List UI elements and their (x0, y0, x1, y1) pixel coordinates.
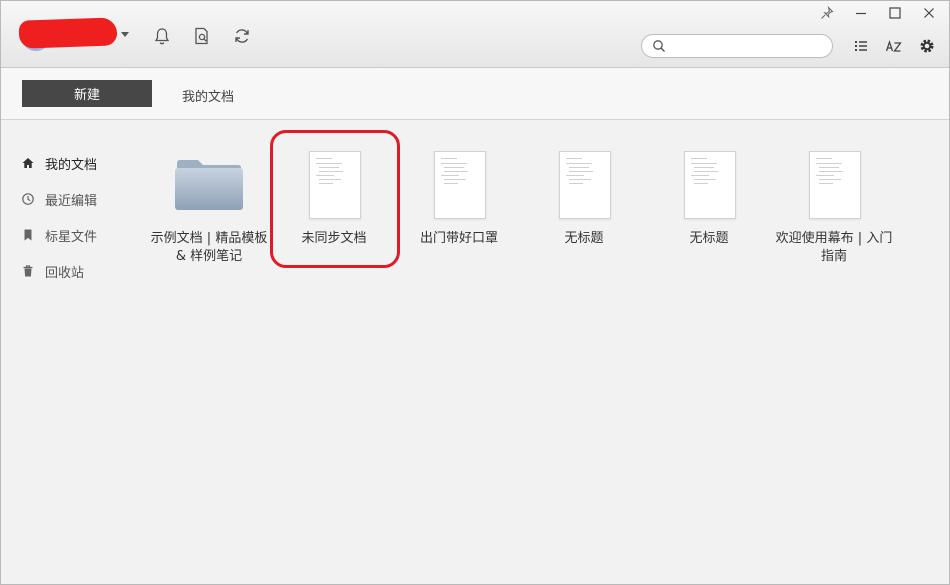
doc-search-icon[interactable] (191, 25, 213, 47)
bookmark-icon (24, 229, 32, 241)
list-view-icon[interactable] (850, 35, 872, 57)
document-icon (559, 151, 611, 219)
file-label: 示例文档 | 精品模板 & 样例笔记 (150, 231, 268, 264)
file-label: 出门带好口罩 (419, 231, 498, 246)
close-icon[interactable] (918, 5, 940, 21)
file-label: 无标题 (689, 231, 729, 246)
sidebar-item-label: 我的文档 (45, 157, 98, 173)
sidebar-item-trash[interactable]: 回收站 (21, 261, 84, 281)
trash-icon (23, 265, 33, 277)
sidebar-item-label: 回收站 (45, 265, 85, 281)
document-icon (434, 151, 486, 219)
file-label: 欢迎使用幕布 | 入门指南 (775, 231, 893, 264)
minimize-icon[interactable] (850, 5, 872, 21)
sidebar-item-my-docs[interactable]: 我的文档 (21, 153, 97, 173)
sync-icon[interactable] (231, 25, 253, 47)
avatar[interactable] (18, 17, 119, 51)
redaction-mark (18, 17, 118, 49)
file-label: 无标题 (564, 231, 604, 246)
pin-icon[interactable] (816, 5, 838, 21)
app-window: 新建 我的文档 我的文档 最近编辑 标星文件 回收站 示例文档 | 精品模板 &… (0, 0, 950, 585)
sidebar-item-label: 标星文件 (45, 229, 98, 245)
maximize-icon[interactable] (884, 5, 906, 21)
file-label: 未同步文档 (301, 231, 367, 246)
new-button[interactable]: 新建 (22, 80, 152, 107)
sort-az-icon[interactable] (883, 35, 905, 57)
search-box[interactable] (641, 34, 833, 58)
clock-icon (22, 193, 34, 205)
avatar-dropdown-icon[interactable] (121, 32, 129, 37)
search-icon (653, 40, 665, 52)
document-icon (809, 151, 861, 219)
document-icon (684, 151, 736, 219)
sidebar-item-starred[interactable]: 标星文件 (21, 225, 97, 245)
toolbar: 新建 我的文档 (1, 68, 949, 120)
document-icon (309, 151, 361, 219)
search-input[interactable] (672, 37, 826, 55)
settings-gear-icon[interactable] (916, 35, 938, 57)
bell-icon[interactable] (151, 25, 173, 47)
breadcrumb[interactable]: 我的文档 (182, 86, 234, 105)
sidebar-item-label: 最近编辑 (45, 193, 98, 209)
home-icon (22, 158, 34, 168)
folder-icon (175, 160, 243, 210)
sidebar-item-recent[interactable]: 最近编辑 (21, 189, 97, 209)
title-bar (1, 1, 949, 68)
